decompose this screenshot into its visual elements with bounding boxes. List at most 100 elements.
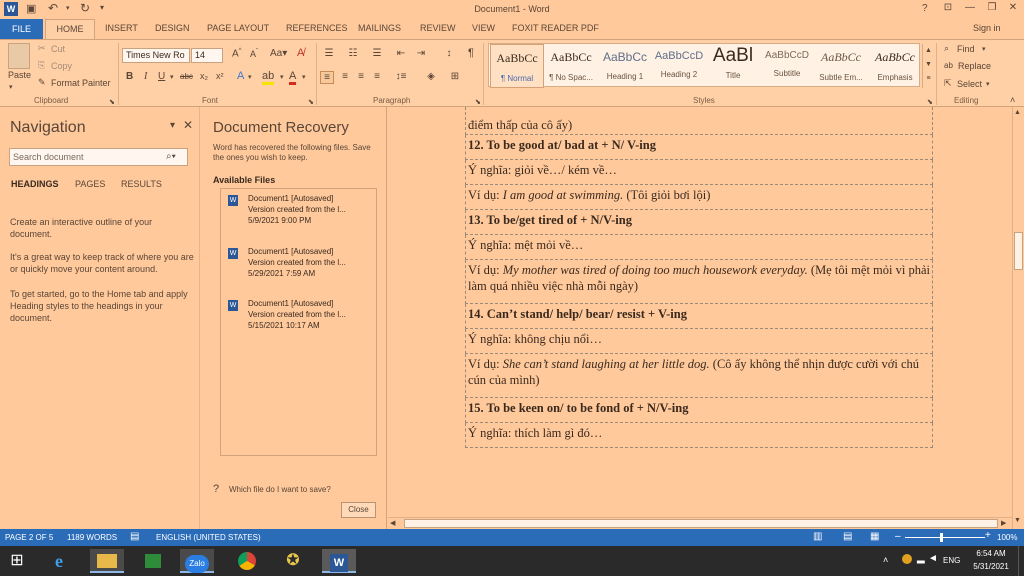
- table-row[interactable]: Ví dụ: My mother was tired of doing too …: [465, 260, 933, 304]
- web-layout-icon[interactable]: ▦: [870, 531, 879, 542]
- nav-close-icon[interactable]: ✕: [183, 118, 193, 132]
- start-button-icon[interactable]: ⊞: [0, 549, 34, 573]
- paragraph-launcher-icon[interactable]: ⬊: [475, 98, 481, 106]
- strikethrough-icon[interactable]: abc: [180, 72, 193, 81]
- zoom-out-icon[interactable]: –: [895, 531, 901, 542]
- format-painter-button[interactable]: Format Painter: [51, 78, 111, 88]
- tab-review[interactable]: REVIEW: [420, 22, 456, 39]
- shrink-font-icon[interactable]: Aˇ: [250, 49, 258, 59]
- table-row[interactable]: Ý nghĩa: giỏi về…/ kém về…: [465, 160, 933, 185]
- font-name-box[interactable]: Times New Ro: [122, 48, 190, 63]
- find-icon[interactable]: ⌕: [944, 43, 949, 54]
- table-row[interactable]: Ý nghĩa: thích làm gì đó…: [465, 423, 933, 448]
- styles-down-icon[interactable]: ▼: [925, 61, 932, 68]
- table-row[interactable]: Ý nghĩa: mệt mỏi về…: [465, 235, 933, 260]
- help-button[interactable]: ?: [922, 3, 928, 14]
- scroll-left-icon[interactable]: ◀: [390, 519, 395, 527]
- table-row[interactable]: điểm thấp của cô ấy): [465, 107, 933, 135]
- zoom-slider-thumb[interactable]: [940, 533, 943, 542]
- close-button[interactable]: Close: [341, 502, 376, 518]
- chrome-icon[interactable]: [230, 549, 264, 573]
- horizontal-scrollbar[interactable]: ◀ ▶: [388, 517, 1012, 529]
- scroll-up-icon[interactable]: ▲: [1014, 109, 1021, 116]
- zoom-in-icon[interactable]: +: [985, 530, 991, 541]
- table-row[interactable]: Ví dụ: I am good at swimming. (Tôi giỏi …: [465, 185, 933, 210]
- style-subtitle[interactable]: AaBbCcD Subtitle: [760, 44, 814, 88]
- align-right-icon[interactable]: ≡: [354, 71, 368, 82]
- style-normal[interactable]: AaBbCc ¶ Normal: [490, 44, 544, 88]
- sort-icon[interactable]: ↕: [442, 48, 456, 59]
- internet-explorer-icon[interactable]: e: [42, 549, 76, 573]
- font-launcher-icon[interactable]: ⬊: [308, 98, 314, 106]
- proofing-icon[interactable]: ▤: [130, 531, 139, 542]
- styles-more-icon[interactable]: ≡: [926, 75, 930, 82]
- sign-in-link[interactable]: Sign in: [973, 23, 1001, 33]
- align-center-icon[interactable]: ≡: [338, 71, 352, 82]
- ribbon-display-icon[interactable]: ⊡: [940, 2, 956, 16]
- tab-insert[interactable]: INSERT: [105, 22, 138, 39]
- style-heading-1[interactable]: AaBbCc Heading 1: [598, 44, 652, 88]
- cut-button[interactable]: Cut: [51, 44, 65, 54]
- shading-icon[interactable]: ◈: [424, 71, 438, 82]
- underline-icon[interactable]: U: [158, 71, 165, 82]
- show-hidden-icons[interactable]: ˄: [883, 555, 888, 565]
- save-icon[interactable]: ▣: [26, 2, 36, 15]
- paste-icon[interactable]: [8, 43, 30, 69]
- word-count[interactable]: 1189 WORDS: [67, 533, 117, 542]
- align-left-icon[interactable]: ≡: [320, 71, 334, 84]
- undo-dropdown-icon[interactable]: ▾: [66, 4, 70, 12]
- page-count[interactable]: PAGE 2 OF 5: [5, 533, 53, 542]
- styles-scroll[interactable]: ▲ ▼ ≡: [922, 44, 934, 88]
- decrease-indent-icon[interactable]: ⇤: [394, 48, 408, 59]
- table-row[interactable]: 15. To be keen on/ to be fond of + N/V-i…: [465, 398, 933, 423]
- close-icon[interactable]: ✕: [1005, 2, 1021, 16]
- word-taskbar-icon[interactable]: W: [322, 549, 356, 573]
- find-dropdown-icon[interactable]: ▾: [982, 45, 986, 53]
- tab-design[interactable]: DESIGN: [155, 22, 190, 39]
- tab-view[interactable]: VIEW: [472, 22, 495, 39]
- bullets-icon[interactable]: ☰: [322, 48, 336, 59]
- style-subtle-emphasis[interactable]: AaBbCc Subtle Em...: [814, 44, 868, 88]
- table-row[interactable]: Ví dụ: She can’t stand laughing at her l…: [465, 354, 933, 398]
- horizontal-scroll-thumb[interactable]: [404, 519, 998, 528]
- tab-home[interactable]: HOME: [45, 19, 95, 40]
- nav-options-icon[interactable]: ▾: [170, 120, 175, 131]
- grow-font-icon[interactable]: A^: [232, 48, 242, 59]
- table-row[interactable]: 12. To be good at/ bad at + N/ V-ing: [465, 135, 933, 160]
- select-dropdown-icon[interactable]: ▾: [986, 80, 990, 88]
- show-hide-marks-icon[interactable]: ¶: [464, 47, 478, 59]
- zoom-slider-track[interactable]: [905, 537, 985, 538]
- vertical-scroll-thumb[interactable]: [1014, 232, 1023, 270]
- clear-formatting-icon[interactable]: A̸: [297, 47, 304, 59]
- cut-icon[interactable]: ✂: [38, 43, 46, 54]
- tab-foxit-reader-pdf[interactable]: FOXIT READER PDF: [512, 22, 599, 39]
- store-icon[interactable]: [136, 549, 170, 573]
- scroll-down-icon[interactable]: ▼: [1014, 517, 1021, 524]
- paste-button[interactable]: Paste: [8, 70, 31, 80]
- recovery-file-3[interactable]: W Document1 [Autosaved] Version created …: [228, 298, 378, 331]
- language-indicator[interactable]: ENGLISH (UNITED STATES): [156, 533, 261, 542]
- italic-icon[interactable]: I: [144, 71, 147, 82]
- language-indicator-tray[interactable]: ENG: [943, 556, 960, 565]
- multilevel-list-icon[interactable]: ☰: [370, 48, 384, 59]
- tray-app-icon[interactable]: [902, 554, 912, 564]
- bold-icon[interactable]: B: [126, 71, 133, 82]
- redo-icon[interactable]: ↻: [80, 1, 90, 15]
- underline-dropdown-icon[interactable]: ▾: [170, 73, 174, 81]
- style-emphasis[interactable]: AaBbCc Emphasis: [868, 44, 922, 88]
- word-logo-icon[interactable]: W: [4, 2, 18, 16]
- tab-mailings[interactable]: MAILINGS: [358, 22, 401, 39]
- table-row[interactable]: Ý nghĩa: không chịu nổi…: [465, 329, 933, 354]
- network-icon[interactable]: ▂: [917, 553, 925, 564]
- numbering-icon[interactable]: ☷: [346, 48, 360, 59]
- collapse-ribbon-icon[interactable]: ˄: [1010, 95, 1015, 105]
- tab-page-layout[interactable]: PAGE LAYOUT: [207, 22, 269, 39]
- zalo-icon[interactable]: Zalo: [180, 549, 214, 573]
- text-effects-dropdown-icon[interactable]: ▾: [248, 73, 252, 81]
- table-row[interactable]: 13. To be/get tired of + N/V-ing: [465, 210, 933, 235]
- styles-launcher-icon[interactable]: ⬊: [927, 98, 933, 106]
- paste-dropdown-icon[interactable]: ▾: [9, 83, 13, 91]
- copy-icon[interactable]: ⎘: [38, 60, 45, 71]
- text-effects-icon[interactable]: A: [237, 70, 244, 82]
- tab-results[interactable]: RESULTS: [121, 179, 162, 189]
